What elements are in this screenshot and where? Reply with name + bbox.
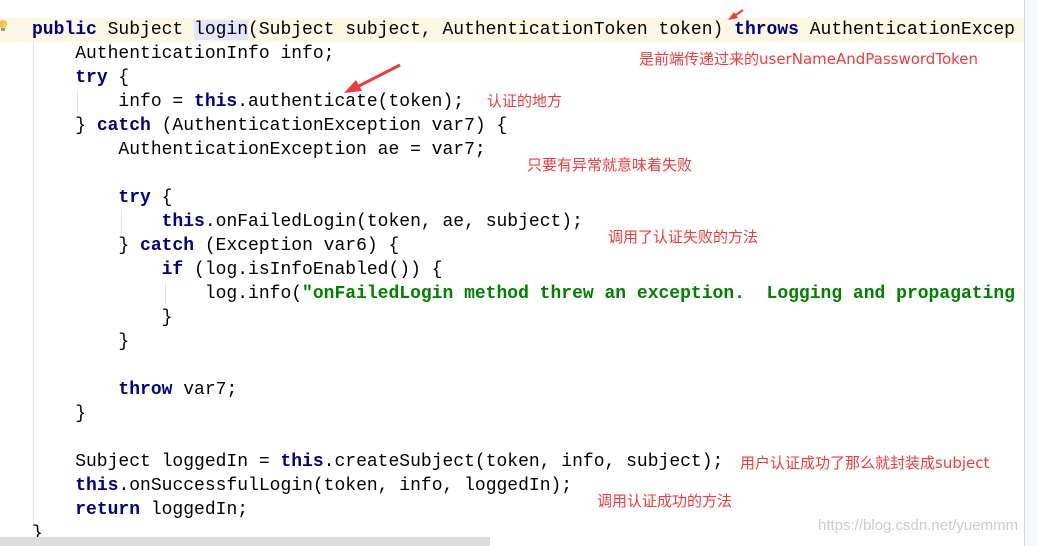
keyword-token: throw — [118, 380, 173, 400]
code-line[interactable]: try { — [0, 186, 172, 210]
code-line[interactable]: } catch (Exception var6) { — [0, 234, 399, 258]
code-line[interactable] — [0, 426, 32, 450]
keyword-token: throws — [734, 20, 799, 40]
code-line[interactable]: } — [0, 402, 86, 426]
string-token: "onFailedLogin method threw an exception… — [302, 284, 1015, 304]
code-line[interactable]: throw var7; — [0, 378, 237, 402]
code-token: .onSuccessfulLogin(token, info, loggedIn… — [118, 476, 573, 496]
code-token: (AuthenticationException var7) { — [150, 116, 508, 136]
right-gutter-panel — [1024, 0, 1038, 546]
code-token: (Subject subject, AuthenticationToken to… — [248, 20, 735, 40]
code-token: } — [32, 404, 87, 424]
code-token: { — [150, 188, 173, 208]
keyword-token: this — [194, 92, 238, 112]
keyword-token: catch — [140, 236, 195, 256]
annotation-exception-failure: 只要有异常就意味着失败 — [527, 156, 693, 174]
code-token: Subject loggedIn = — [32, 452, 281, 472]
annotation-create-subject: 用户认证成功了那么就封装成subject — [740, 454, 990, 472]
code-token: AuthenticationExcep — [798, 20, 1015, 40]
annotation-on-successful-login: 调用认证成功的方法 — [597, 492, 733, 510]
code-token: .authenticate(token); — [237, 92, 465, 112]
code-line[interactable] — [0, 162, 32, 186]
keyword-token: try — [75, 68, 108, 88]
annotation-on-failed-login: 调用了认证失败的方法 — [608, 228, 759, 246]
code-line[interactable]: log.info("onFailedLogin method threw an … — [0, 282, 1015, 306]
code-token: } — [32, 236, 141, 256]
watermark: https://blog.csdn.net/yuemmm — [818, 517, 1019, 534]
code-token: Subject — [96, 20, 195, 40]
code-line[interactable]: return loggedIn; — [0, 498, 248, 522]
code-line[interactable]: if (log.isInfoEnabled()) { — [0, 258, 443, 282]
horizontal-scrollbar[interactable] — [0, 537, 490, 546]
keyword-token: this — [280, 452, 324, 472]
code-line[interactable] — [0, 354, 32, 378]
keyword-token: this — [75, 476, 119, 496]
code-line[interactable]: } catch (AuthenticationException var7) { — [0, 114, 507, 138]
keyword-token: this — [161, 212, 205, 232]
keyword-token: if — [161, 260, 184, 280]
code-token: } — [32, 116, 97, 136]
code-token: { — [107, 68, 130, 88]
code-line[interactable]: try { — [0, 66, 129, 90]
code-line[interactable]: public Subject login(Subject subject, Au… — [0, 18, 1024, 42]
annotation-token-source: 是前端传递过来的userNameAndPasswordToken — [639, 50, 979, 68]
keyword-token: public — [32, 20, 97, 40]
keyword-token: return — [75, 500, 141, 520]
code-token: var7; — [172, 380, 238, 400]
annotation-authenticate: 认证的地方 — [487, 92, 563, 110]
code-token: (log.isInfoEnabled()) { — [183, 260, 443, 280]
code-token: AuthenticationException ae = var7; — [32, 140, 486, 160]
keyword-token: try — [118, 188, 151, 208]
keyword-token: catch — [96, 116, 151, 136]
code-token: log.info( — [32, 284, 303, 304]
code-token: } — [32, 332, 130, 352]
code-token: } — [32, 308, 173, 328]
code-token: .onFailedLogin(token, ae, subject); — [204, 212, 583, 232]
code-line[interactable]: AuthenticationInfo info; — [0, 42, 334, 66]
code-line[interactable]: info = this.authenticate(token); — [0, 90, 464, 114]
code-line[interactable]: } — [0, 306, 173, 330]
highlighted-token: login — [194, 20, 249, 40]
lightbulb-icon[interactable] — [0, 20, 8, 32]
code-line[interactable]: this.onSuccessfulLogin(token, info, logg… — [0, 474, 572, 498]
code-token: loggedIn; — [140, 500, 249, 520]
code-line[interactable]: Subject loggedIn = this.createSubject(to… — [0, 450, 723, 474]
code-token: info = — [32, 92, 195, 112]
code-line[interactable]: this.onFailedLogin(token, ae, subject); — [0, 210, 583, 234]
code-line[interactable]: } — [0, 330, 129, 354]
code-token: AuthenticationInfo info; — [32, 44, 335, 64]
code-line[interactable]: AuthenticationException ae = var7; — [0, 138, 486, 162]
code-token: (Exception var6) { — [194, 236, 400, 256]
code-token: .createSubject(token, info, subject); — [323, 452, 724, 472]
